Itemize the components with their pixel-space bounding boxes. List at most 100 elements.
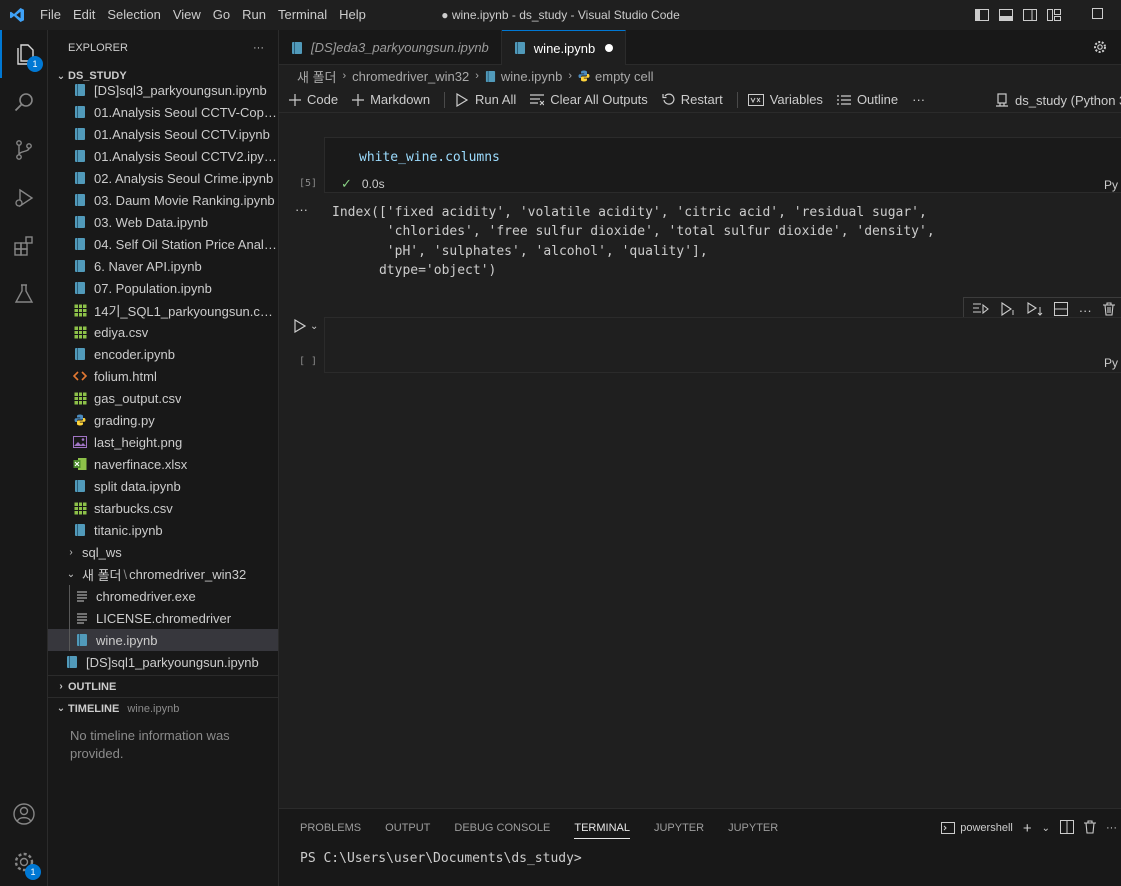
breadcrumb-item[interactable]: empty cell — [595, 69, 654, 84]
execute-above-icon[interactable] — [973, 302, 990, 319]
notebook-settings-icon[interactable] — [1093, 40, 1107, 57]
panel-more-icon[interactable]: ··· — [1106, 822, 1117, 834]
menu-go[interactable]: Go — [207, 0, 236, 30]
manage-activity[interactable]: 1 — [0, 838, 48, 886]
file-item[interactable]: 03. Web Data.ipynb — [48, 211, 278, 233]
breadcrumb-item[interactable]: wine.ipynb — [501, 69, 562, 84]
breadcrumb-item[interactable]: chromedriver_win32 — [352, 69, 469, 84]
accounts-activity[interactable] — [0, 790, 48, 838]
terminal-prompt[interactable]: PS C:\Users\user\Documents\ds_study> — [300, 851, 582, 866]
file-item[interactable]: wine.ipynb — [48, 629, 278, 651]
settings-badge: 1 — [25, 864, 41, 880]
cell-more-icon[interactable]: ··· — [1079, 303, 1092, 318]
file-item[interactable]: 04. Self Oil Station Price Analys... — [48, 233, 278, 255]
file-item[interactable]: encoder.ipynb — [48, 343, 278, 365]
menu-help[interactable]: Help — [333, 0, 372, 30]
menu-edit[interactable]: Edit — [67, 0, 101, 30]
maximize-window-icon[interactable] — [1092, 8, 1103, 19]
file-item[interactable]: folium.html — [48, 365, 278, 387]
file-item[interactable]: 02. Analysis Seoul Crime.ipynb — [48, 167, 278, 189]
file-ds-sql1[interactable]: [DS]sql1_parkyoungsun.ipynb — [48, 651, 278, 673]
trash-icon[interactable] — [1102, 301, 1115, 319]
unsaved-dot-icon[interactable] — [605, 44, 614, 52]
toolbar-more-button[interactable]: ··· — [912, 92, 925, 107]
tab-wine[interactable]: wine.ipynb — [501, 30, 627, 65]
file-item[interactable]: starbucks.csv — [48, 497, 278, 519]
file-item[interactable]: 6. Naver API.ipynb — [48, 255, 278, 277]
file-item[interactable]: ediya.csv — [48, 321, 278, 343]
file-label: chromedriver.exe — [96, 588, 196, 604]
file-item[interactable]: titanic.ipynb — [48, 519, 278, 541]
extensions-activity[interactable] — [0, 222, 48, 270]
tab-jupyter-2[interactable]: JUPYTER — [728, 818, 778, 838]
chevron-down-icon[interactable]: ⌄ — [1042, 823, 1050, 834]
tab-jupyter[interactable]: JUPYTER — [654, 818, 704, 838]
terminal-shell-selector[interactable]: powershell — [941, 822, 1013, 834]
file-item[interactable]: last_height.png — [48, 431, 278, 453]
explorer-more-button[interactable]: ··· — [253, 42, 264, 54]
file-item[interactable]: 03. Daum Movie Ranking.ipynb — [48, 189, 278, 211]
kernel-picker[interactable]: ds_study (Python 3 — [995, 87, 1121, 113]
code-cell-2[interactable]: Py — [324, 317, 1121, 373]
kill-terminal-icon[interactable] — [1084, 819, 1096, 837]
split-cell-icon[interactable] — [1053, 301, 1068, 319]
code-cell-1[interactable]: white_wine.columns ✓ 0.0s Py — [324, 137, 1121, 193]
toggle-primary-sidebar-icon[interactable] — [975, 8, 989, 22]
notebook-icon — [72, 126, 88, 142]
file-item[interactable]: chromedriver.exe — [48, 585, 278, 607]
file-item[interactable]: naverfinace.xlsx — [48, 453, 278, 475]
file-item[interactable]: 07. Population.ipynb — [48, 277, 278, 299]
search-activity[interactable] — [0, 78, 48, 126]
outline-button[interactable]: Outline — [836, 92, 898, 107]
run-cell-button[interactable]: ⌄ — [294, 319, 318, 333]
file-item[interactable]: 01.Analysis Seoul CCTV2.ipynb — [48, 145, 278, 167]
tab-terminal[interactable]: TERMINAL — [574, 818, 630, 839]
explorer-activity[interactable]: 1 — [0, 30, 48, 78]
file-lines-icon — [74, 588, 90, 604]
run-all-button[interactable]: Run All — [455, 92, 516, 107]
variables-button[interactable]: Variables — [747, 92, 823, 107]
tab-ds-eda3[interactable]: [DS]eda3_parkyoungsun.ipynb — [279, 30, 502, 65]
chevron-down-icon[interactable]: ⌄ — [310, 321, 318, 332]
clear-all-outputs-button[interactable]: Clear All Outputs — [530, 92, 648, 107]
execute-below-icon[interactable] — [1000, 301, 1016, 319]
add-code-cell-button[interactable]: Code — [289, 92, 338, 107]
toggle-secondary-sidebar-icon[interactable] — [1023, 8, 1037, 22]
new-terminal-icon[interactable]: + — [1023, 820, 1032, 837]
cell-language[interactable]: Py — [1104, 356, 1118, 370]
file-item[interactable]: grading.py — [48, 409, 278, 431]
add-markdown-cell-button[interactable]: Markdown — [352, 92, 430, 107]
outline-section[interactable]: › OUTLINE — [48, 675, 278, 697]
file-item[interactable]: split data.ipynb — [48, 475, 278, 497]
toggle-panel-icon[interactable] — [999, 8, 1013, 22]
folder-new[interactable]: ⌄ 새 폴더 \ chromedriver_win32 — [48, 563, 278, 585]
breadcrumb-item[interactable]: 새 폴더 — [297, 67, 337, 86]
run-debug-activity[interactable] — [0, 174, 48, 222]
tab-debug-console[interactable]: DEBUG CONSOLE — [454, 818, 550, 838]
file-item[interactable]: gas_output.csv — [48, 387, 278, 409]
source-control-activity[interactable] — [0, 126, 48, 174]
split-terminal-icon[interactable] — [1060, 819, 1074, 837]
file-item[interactable]: LICENSE.chromedriver — [48, 607, 278, 629]
restart-button[interactable]: Restart — [662, 92, 723, 107]
file-item[interactable]: [DS]sql3_parkyoungsun.ipynb — [48, 79, 278, 101]
menu-file[interactable]: File — [34, 0, 67, 30]
cell-language[interactable]: Py — [1104, 178, 1118, 192]
cell-code[interactable]: white_wine.columns — [359, 150, 500, 165]
breadcrumb: 새 폴더 › chromedriver_win32 › wine.ipynb ›… — [279, 65, 1121, 87]
testing-activity[interactable] — [0, 270, 48, 318]
output-more-button[interactable]: ··· — [295, 202, 308, 217]
file-item[interactable]: 01.Analysis Seoul CCTV.ipynb — [48, 123, 278, 145]
tab-output[interactable]: OUTPUT — [385, 818, 430, 838]
file-item[interactable]: 01.Analysis Seoul CCTV-Copy1.... — [48, 101, 278, 123]
tab-problems[interactable]: PROBLEMS — [300, 818, 361, 838]
menu-selection[interactable]: Selection — [101, 0, 166, 30]
timeline-section[interactable]: ⌄ TIMELINE wine.ipynb — [48, 697, 278, 719]
run-and-down-icon[interactable] — [1027, 301, 1043, 319]
customize-layout-icon[interactable] — [1047, 8, 1061, 22]
menu-view[interactable]: View — [167, 0, 207, 30]
menu-run[interactable]: Run — [236, 0, 272, 30]
file-item[interactable]: 14기_SQL1_parkyoungsun.csv.c... — [48, 299, 278, 321]
menu-terminal[interactable]: Terminal — [272, 0, 333, 30]
folder-sql-ws[interactable]: › sql_ws — [48, 541, 278, 563]
